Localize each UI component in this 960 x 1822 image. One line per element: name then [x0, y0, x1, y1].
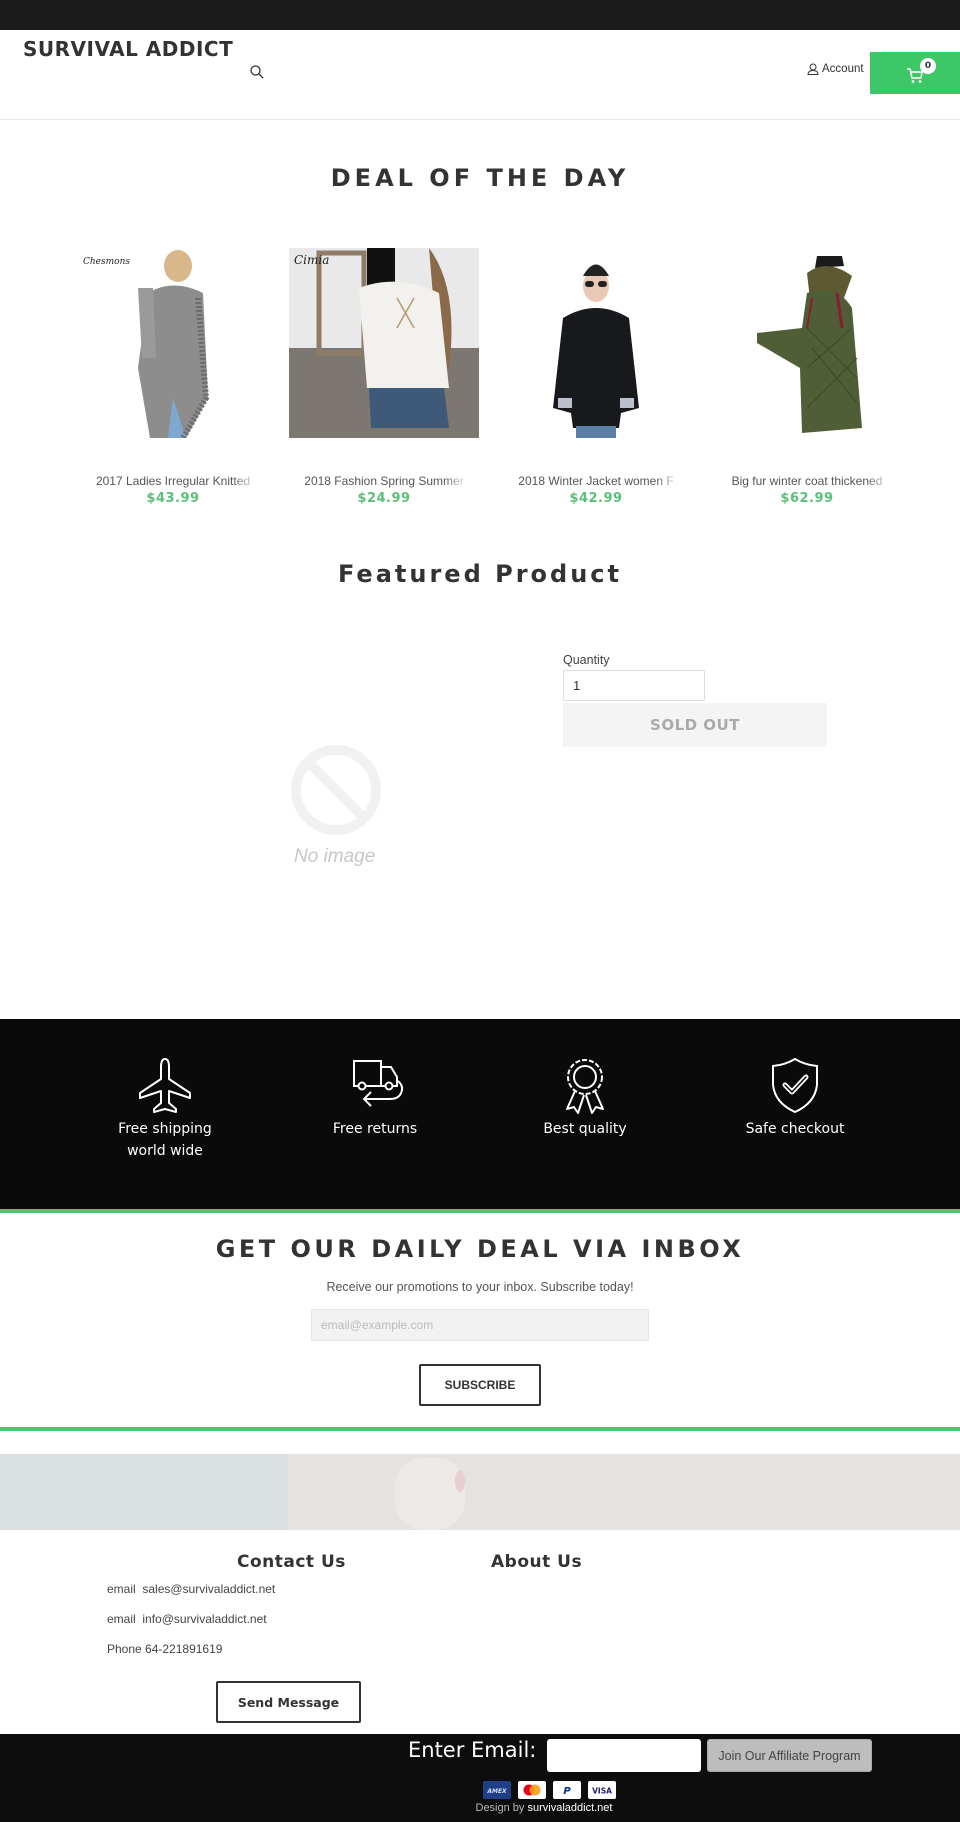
contact-value: 64-221891619: [145, 1642, 223, 1656]
shield-check-icon: [772, 1057, 818, 1114]
svg-text:VISA: VISA: [592, 1787, 612, 1796]
contact-value[interactable]: sales@survivaladdict.net: [142, 1582, 275, 1596]
features-bar: Free shipping world wide Free returns Be…: [0, 1019, 960, 1209]
send-message-button[interactable]: Send Message: [216, 1681, 361, 1723]
cart-count-badge: 0: [920, 58, 936, 74]
feature-safe-checkout: Safe checkout: [705, 1055, 885, 1140]
account-label: Account: [822, 63, 864, 75]
contact-value[interactable]: info@survivaladdict.net: [142, 1612, 266, 1626]
affiliate-email-input[interactable]: [547, 1739, 701, 1772]
quantity-label: Quantity: [563, 653, 610, 667]
site-logo[interactable]: SURVIVAL ADDICT: [23, 37, 233, 61]
contact-email-sales: email sales@survivaladdict.net: [107, 1582, 275, 1596]
enter-email-label: Enter Email:: [408, 1738, 537, 1762]
svg-text:AMEX: AMEX: [486, 1788, 507, 1795]
feature-label: world wide: [127, 1143, 203, 1159]
product-card[interactable]: Big fur winter coat thickened $62.99: [712, 248, 902, 506]
product-name[interactable]: 2018 Fashion Spring Summer: [299, 474, 469, 488]
feature-label: Best quality: [543, 1121, 627, 1137]
site-header: SURVIVAL ADDICT Account 0: [0, 30, 960, 120]
airplane-icon: [139, 1058, 191, 1113]
contact-label: Phone: [107, 1642, 142, 1656]
newsletter-subtitle: Receive our promotions to your inbox. Su…: [326, 1280, 634, 1294]
mastercard-icon: [518, 1781, 546, 1799]
product-price: $43.99: [146, 491, 200, 506]
product-price: $24.99: [357, 491, 411, 506]
svg-text:Cimia: Cimia: [294, 253, 329, 267]
contact-label: email: [107, 1612, 136, 1626]
divider: [0, 1427, 960, 1431]
svg-text:Chesmons: Chesmons: [83, 257, 130, 267]
paypal-icon: P: [553, 1781, 581, 1799]
feature-label: Free shipping: [118, 1121, 212, 1137]
product-name[interactable]: Big fur winter coat thickened: [722, 474, 892, 488]
search-icon[interactable]: [249, 64, 265, 80]
quantity-input[interactable]: [563, 670, 705, 701]
newsletter-title: GET OUR DAILY DEAL VIA INBOX: [215, 1235, 745, 1263]
contact-us-heading: Contact Us: [237, 1552, 346, 1572]
feature-free-returns: Free returns: [285, 1055, 465, 1140]
truck-return-icon: [353, 1060, 404, 1107]
product-price: $62.99: [780, 491, 834, 506]
deal-of-the-day-title: DEAL OF THE DAY: [330, 164, 630, 192]
visa-icon: VISA: [588, 1781, 616, 1799]
footer-bottom-bar: Enter Email: Join Our Affiliate Program …: [0, 1734, 960, 1822]
product-name[interactable]: 2017 Ladies Irregular Knitted: [88, 474, 258, 488]
svg-text:P: P: [563, 1786, 571, 1797]
contact-label: email: [107, 1582, 136, 1596]
product-image[interactable]: [501, 248, 691, 438]
product-card[interactable]: Chesmons 2017 Ladies Irregular Knitted $…: [78, 248, 268, 506]
sold-out-button[interactable]: SOLD OUT: [563, 703, 827, 747]
user-icon: [807, 63, 819, 75]
join-affiliate-button[interactable]: Join Our Affiliate Program: [707, 1739, 872, 1772]
feature-label: Safe checkout: [745, 1121, 845, 1137]
product-card[interactable]: Cimia 2018 Fashion Spring Summer $24.99: [289, 248, 479, 506]
divider: [0, 1209, 960, 1213]
amex-icon: AMEX: [483, 1781, 511, 1799]
contact-phone: Phone 64-221891619: [107, 1642, 222, 1656]
credit-link[interactable]: survivaladdict.net: [527, 1802, 612, 1814]
product-image[interactable]: Chesmons: [78, 248, 268, 438]
account-link[interactable]: Account: [807, 63, 864, 75]
product-card[interactable]: 2018 Winter Jacket women F $42.99: [501, 248, 691, 506]
contact-email-info: email info@survivaladdict.net: [107, 1612, 267, 1626]
feature-best-quality: Best quality: [495, 1055, 675, 1140]
feature-free-shipping: Free shipping world wide: [75, 1055, 255, 1162]
product-price: $42.99: [569, 491, 623, 506]
feature-label: Free returns: [332, 1121, 418, 1137]
product-image[interactable]: [712, 248, 902, 438]
promo-banner-image: [0, 1454, 960, 1530]
no-image-placeholder: No image: [286, 742, 386, 872]
credit-prefix: Design by: [475, 1802, 525, 1814]
product-image[interactable]: Cimia: [289, 248, 479, 438]
subscribe-button[interactable]: SUBSCRIBE: [419, 1364, 541, 1406]
top-announcement-bar: [0, 0, 960, 30]
product-name[interactable]: 2018 Winter Jacket women F: [511, 474, 681, 488]
cart-button[interactable]: 0: [870, 52, 960, 94]
no-image-label: No image: [294, 846, 376, 867]
design-credit: Design by survivaladdict.net: [0, 1802, 960, 1814]
about-us-heading: About Us: [491, 1552, 583, 1572]
award-ribbon-icon: [566, 1059, 604, 1114]
newsletter-email-input[interactable]: [311, 1309, 649, 1341]
featured-product-title: Featured Product: [338, 560, 622, 588]
